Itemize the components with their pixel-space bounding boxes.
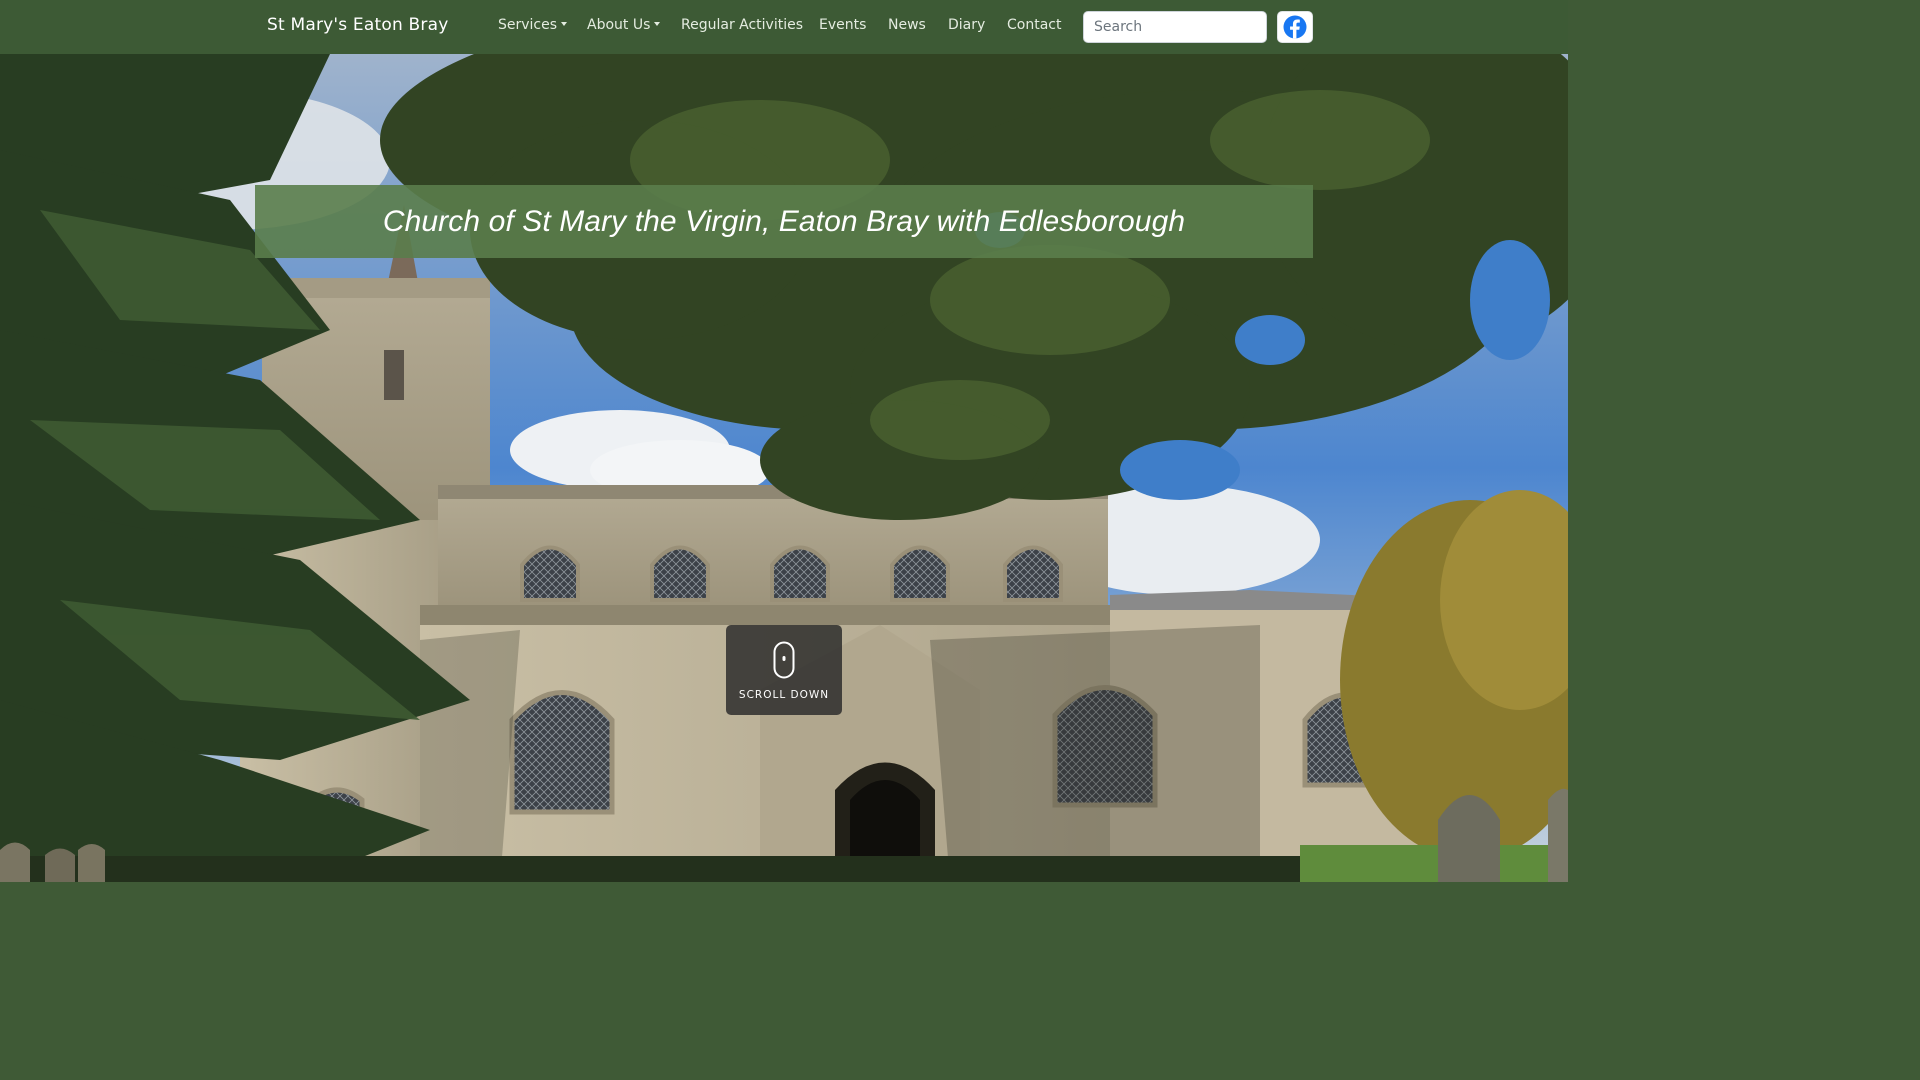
church-photo: [0, 54, 1568, 882]
nav-item-contact[interactable]: Contact: [1007, 17, 1061, 33]
hero-title: Church of St Mary the Virgin, Eaton Bray…: [382, 204, 1186, 238]
hero-title-banner: Church of St Mary the Virgin, Eaton Bray…: [255, 185, 1313, 258]
nav-item-about-us-label: About Us: [587, 17, 651, 33]
scroll-down-button[interactable]: SCROLL DOWN: [726, 625, 842, 715]
nav-item-services-label: Services: [498, 17, 558, 33]
nav-item-diary[interactable]: Diary: [948, 17, 985, 33]
caret-down-icon: [654, 22, 661, 26]
scroll-down-label: SCROLL DOWN: [738, 689, 830, 701]
nav-item-services[interactable]: Services: [498, 17, 568, 33]
top-navbar: St Mary's Eaton Bray Services About Us R…: [0, 0, 1568, 54]
caret-down-icon: [561, 22, 568, 26]
nav-item-regular-activities[interactable]: Regular Activities: [681, 17, 803, 33]
hero-section: Church of St Mary the Virgin, Eaton Bray…: [0, 54, 1568, 882]
site-brand-link[interactable]: St Mary's Eaton Bray: [267, 15, 448, 35]
nav-item-about-us[interactable]: About Us: [587, 17, 661, 33]
facebook-icon: [1283, 15, 1307, 39]
facebook-button[interactable]: [1277, 11, 1313, 43]
search-input[interactable]: [1083, 11, 1267, 43]
mouse-icon: [773, 641, 795, 679]
nav-item-events[interactable]: Events: [819, 17, 866, 33]
nav-item-news[interactable]: News: [888, 17, 926, 33]
